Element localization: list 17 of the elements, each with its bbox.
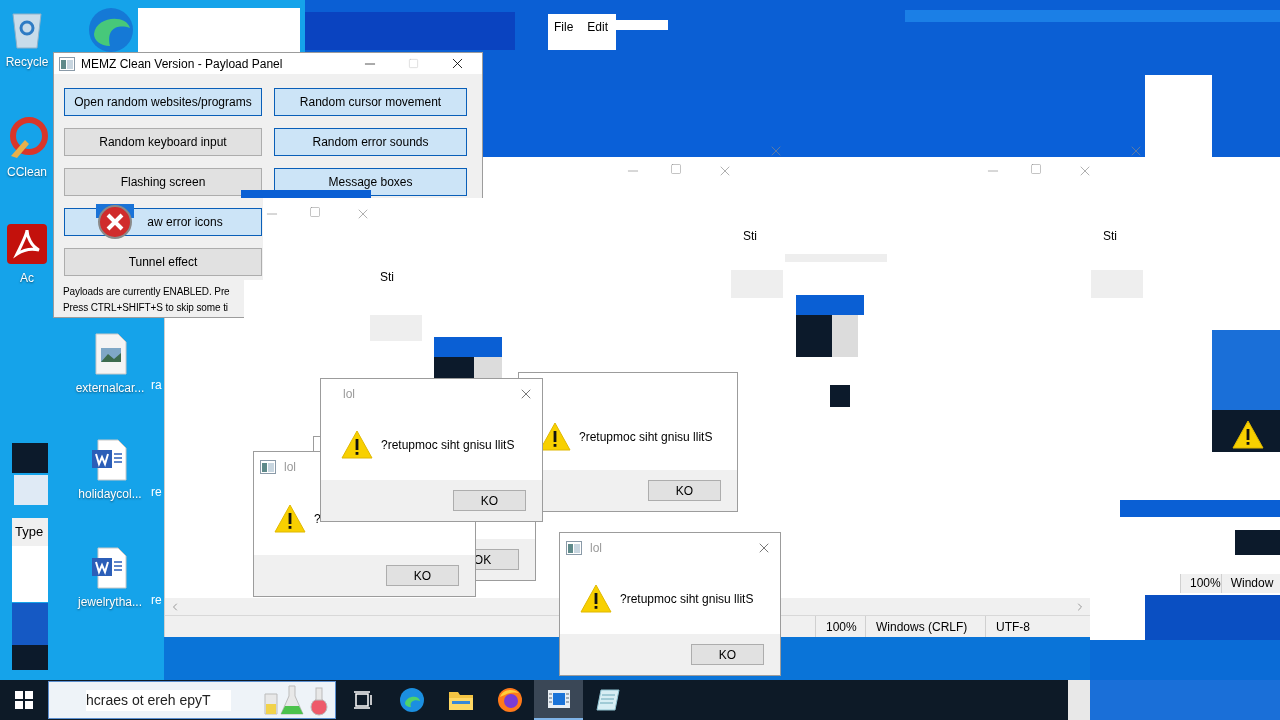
window-title: MEMZ Clean Version - Payload Panel (81, 55, 283, 73)
dialog-title: lol (284, 459, 296, 476)
dialog-title: lol (342, 386, 355, 403)
text-fragment: Sti (380, 269, 394, 286)
status-text: Press CTRL+SHIFT+S to skip some ti (63, 301, 229, 315)
status-cell: 100% (1180, 574, 1221, 593)
dialog-message: ?retupmoc siht gnisu llitS (620, 590, 754, 608)
dialog-message: ? (314, 510, 321, 528)
text-fragment: Sti (743, 228, 757, 245)
dialog-message: ?retupmoc siht gnisu llitS (579, 428, 713, 446)
search-text: Type (14, 523, 44, 542)
status-text: Payloads are currently ENABLED. Pre (63, 285, 231, 299)
search-placeholder: hcraes ot ereh epyT (86, 689, 231, 711)
dialog-title: lol (590, 540, 602, 557)
text-fragment: Sti (1103, 228, 1117, 245)
status-cell: Window (1220, 574, 1274, 593)
dialog-message: ?retupmoc siht gnisu llitS (381, 436, 515, 454)
